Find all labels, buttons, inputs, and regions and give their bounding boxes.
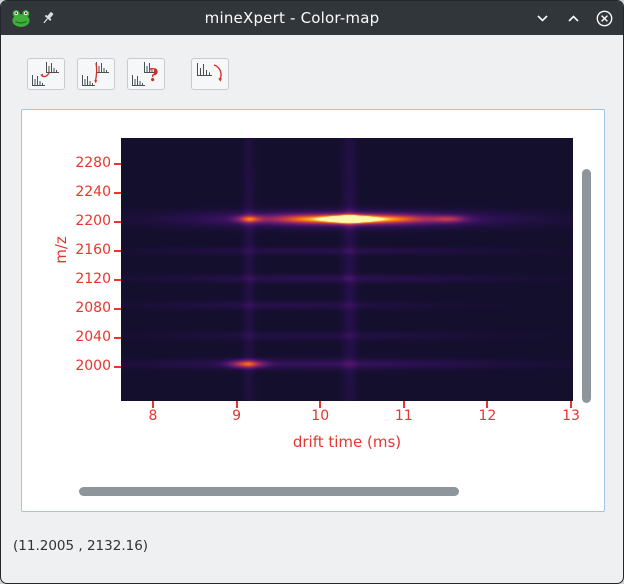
x-tick-mark: [235, 401, 238, 408]
x-tick-label: 12: [478, 408, 497, 424]
y-tick-mark: [114, 221, 121, 224]
spectra-vertical-slice-icon: [82, 62, 109, 86]
y-tick-label: 2120: [75, 271, 111, 287]
spectrum-curve-export-icon: [197, 63, 222, 82]
y-tick-mark: [114, 192, 121, 195]
x-tick-label: 13: [562, 408, 580, 424]
close-circle-icon: [596, 10, 612, 26]
y-tick-label: 2080: [75, 299, 111, 316]
statusbar-coordinates: (11.2005 , 2132.16): [13, 538, 149, 554]
y-tick-mark: [114, 336, 121, 339]
x-tick-label: 9: [232, 408, 242, 424]
y-tick-mark: [114, 307, 121, 310]
unshade-button[interactable]: [564, 9, 582, 27]
y-tick-mark: [114, 279, 121, 281]
colormap-heatmap-canvas[interactable]: [121, 138, 573, 401]
toolbar-button-spectrum-curve[interactable]: [191, 58, 229, 90]
close-button[interactable]: [595, 9, 613, 27]
x-tick-mark: [486, 401, 489, 408]
y-tick-label: 2000: [75, 357, 111, 374]
titlebar[interactable]: mineXpert - Color-map: [1, 1, 623, 35]
spectra-help-question-icon: ?: [132, 62, 159, 86]
frog-app-icon: [12, 10, 30, 27]
shade-button[interactable]: [533, 9, 551, 27]
y-tick-mark: [114, 365, 121, 368]
window-controls: [533, 1, 613, 35]
x-axis-label: drift time (ms): [292, 433, 402, 451]
spectra-link-icon: [32, 62, 59, 86]
x-tick-label: 10: [311, 408, 330, 424]
x-tick-mark: [319, 401, 322, 408]
toolbar-button-spectra-slice[interactable]: [77, 58, 115, 90]
x-tick-label: 11: [394, 408, 413, 424]
chevron-up-icon: [567, 14, 579, 22]
pin-icon[interactable]: [40, 10, 56, 26]
y-tick-label: 2160: [75, 242, 111, 259]
toolbar: ?: [1, 35, 623, 99]
y-tick-label: 2200: [75, 213, 111, 230]
y-tick-mark: [114, 163, 121, 166]
y-tick-label: 2280: [75, 155, 111, 172]
toolbar-button-spectra-help[interactable]: ?: [127, 58, 165, 90]
x-tick-label: 8: [148, 408, 158, 424]
window-title: mineXpert - Color-map: [204, 9, 380, 27]
x-tick-mark: [152, 401, 155, 408]
y-tick-label: 2240: [75, 184, 111, 201]
y-tick-mark: [114, 250, 121, 253]
svg-text:?: ?: [148, 65, 159, 86]
horizontal-scrollbar[interactable]: [79, 487, 459, 496]
app-window: mineXpert - Color-map ? m/z drift time (…: [0, 0, 624, 584]
x-tick-mark: [569, 401, 572, 408]
vertical-scrollbar[interactable]: [582, 169, 591, 403]
chevron-down-icon: [536, 14, 548, 22]
x-tick-mark: [402, 401, 405, 408]
toolbar-button-spectra-link[interactable]: [27, 58, 65, 90]
y-tick-label: 2040: [75, 328, 111, 345]
